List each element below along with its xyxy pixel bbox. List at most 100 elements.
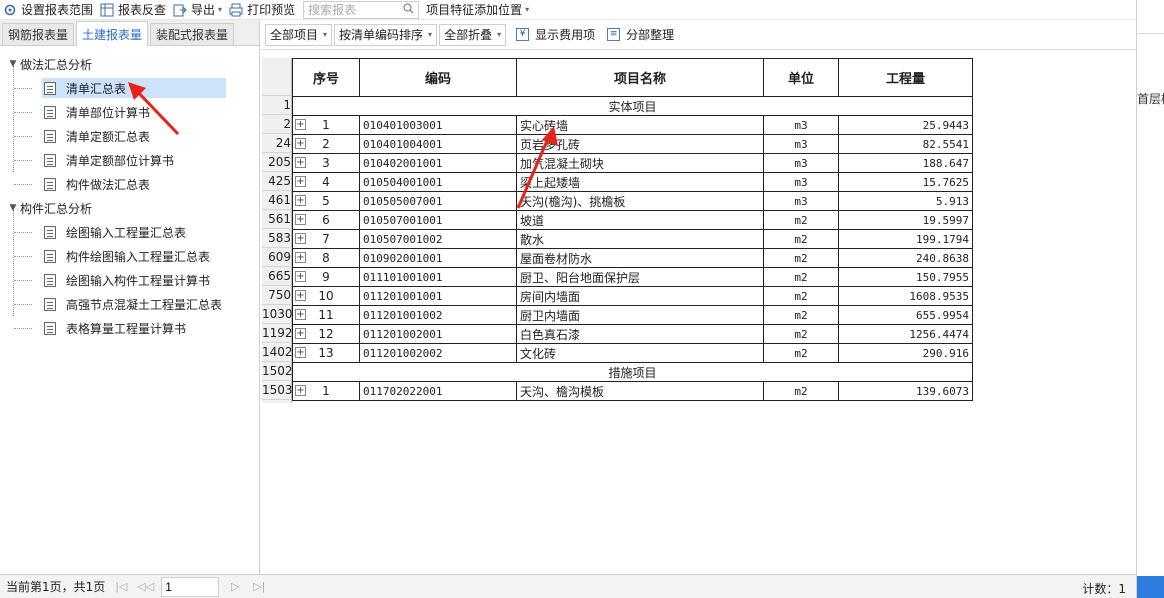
prev-page-icon[interactable]: ◁◁ bbox=[137, 579, 154, 595]
table-row[interactable]: +1 010401003001 实心砖墙 m3 25.9443 bbox=[292, 115, 973, 135]
table-row[interactable]: +3 010402001001 加气混凝土砌块 m3 188.647 bbox=[292, 153, 973, 173]
expand-plus-icon[interactable]: + bbox=[295, 157, 306, 168]
row-number[interactable]: 24 bbox=[262, 134, 292, 153]
row-number[interactable]: 609 bbox=[262, 248, 292, 267]
tree-item-high-strength-node[interactable]: 高强节点混凝土工程量汇总表 bbox=[0, 292, 259, 316]
row-number[interactable]: 461 bbox=[262, 191, 292, 210]
table-row[interactable]: +10 011201001001 房间内墙面 m2 1608.9535 bbox=[292, 286, 973, 306]
col-header-code[interactable]: 编码 bbox=[359, 58, 517, 97]
export-dropdown[interactable]: 导出 ▾ bbox=[170, 0, 226, 20]
print-preview-button[interactable]: 打印预览 bbox=[226, 0, 299, 20]
expand-plus-icon[interactable]: + bbox=[295, 138, 306, 149]
col-header-qty[interactable]: 工程量 bbox=[838, 58, 973, 97]
row-number[interactable]: 583 bbox=[262, 229, 292, 248]
table-row[interactable]: +11 011201001002 厨卫内墙面 m2 655.9954 bbox=[292, 305, 973, 325]
document-icon bbox=[44, 81, 56, 95]
chevron-down-icon: ▾ bbox=[525, 5, 530, 14]
row-number[interactable]: 1502 bbox=[262, 362, 293, 381]
table-row[interactable]: +8 010902001001 屋面卷材防水 m2 240.8638 bbox=[292, 248, 973, 268]
tree-item-bill-quota-summary[interactable]: 清单定额汇总表 bbox=[0, 124, 259, 148]
expand-plus-icon[interactable]: + bbox=[295, 290, 306, 301]
first-page-icon[interactable]: |◁ bbox=[113, 579, 129, 595]
row-number[interactable]: 750 bbox=[262, 286, 292, 305]
expand-triangle-icon[interactable]: ▼ bbox=[6, 59, 20, 69]
expand-plus-icon[interactable]: + bbox=[295, 176, 306, 187]
set-range-button[interactable]: 设置报表范围 bbox=[0, 0, 97, 20]
section-organize-button[interactable]: ≡ 分部整理 bbox=[603, 26, 678, 43]
cell-unit: m2 bbox=[763, 305, 839, 325]
table-row[interactable]: +2 010401004001 页岩多孔砖 m3 82.5541 bbox=[292, 134, 973, 154]
collapse-dropdown[interactable]: 全部折叠 ▾ bbox=[439, 23, 507, 46]
expand-plus-icon[interactable]: + bbox=[295, 328, 306, 339]
cell-no: 11 bbox=[318, 308, 334, 322]
expand-plus-icon[interactable]: + bbox=[295, 347, 306, 358]
tree-item-table-calc[interactable]: 表格算量工程量计算书 bbox=[0, 316, 259, 340]
group-title: 实体项目 bbox=[292, 96, 973, 116]
search-icon[interactable] bbox=[403, 2, 414, 17]
cell-unit: m2 bbox=[763, 324, 839, 344]
cell-name: 房间内墙面 bbox=[516, 286, 764, 306]
report-main-area: 全部项目 ▾ 按清单编码排序 ▾ 全部折叠 ▾ ¥ 显示费用项 ≡ 分部整理 1 2 24 20… bbox=[262, 20, 1136, 574]
last-page-icon[interactable]: ▷| bbox=[251, 579, 267, 595]
report-search-input[interactable]: 搜索报表 bbox=[303, 0, 420, 19]
table-row[interactable]: +13 011201002002 文化砖 m2 290.916 bbox=[292, 343, 973, 363]
expand-plus-icon[interactable]: + bbox=[295, 309, 306, 320]
tree-item-component-drawing-summary[interactable]: 构件绘图输入工程量汇总表 bbox=[0, 244, 259, 268]
table-row[interactable]: +5 010505007001 天沟(檐沟)、挑檐板 m3 5.913 bbox=[292, 191, 973, 211]
table-row[interactable]: +1 011702022001 天沟、檐沟模板 m2 139.6073 bbox=[292, 381, 973, 401]
row-number[interactable]: 2 bbox=[262, 115, 292, 134]
tree-item-component-method[interactable]: 构件做法汇总表 bbox=[0, 172, 259, 196]
tree-item-bill-quota-location[interactable]: 清单定额部位计算书 bbox=[0, 148, 259, 172]
next-page-icon[interactable]: ▷ bbox=[227, 579, 243, 595]
sort-dropdown[interactable]: 按清单编码排序 ▾ bbox=[334, 23, 438, 46]
row-number[interactable]: 1030 bbox=[262, 305, 293, 324]
expand-plus-icon[interactable]: + bbox=[295, 119, 306, 130]
cell-no: 1 bbox=[322, 384, 330, 398]
col-header-unit[interactable]: 单位 bbox=[763, 58, 839, 97]
cell-code: 010507001002 bbox=[359, 229, 517, 249]
cell-qty: 290.916 bbox=[838, 343, 973, 363]
table-row[interactable]: +9 011101001001 厨卫、阳台地面保护层 m2 150.7955 bbox=[292, 267, 973, 287]
row-number[interactable]: 205 bbox=[262, 153, 292, 172]
report-grid: 1 2 24 205 425 461 561 583 609 665 750 1030 1192 1402… bbox=[262, 58, 1136, 574]
expand-plus-icon[interactable]: + bbox=[295, 195, 306, 206]
feature-position-dropdown[interactable]: 项目特征添加位置 ▾ bbox=[423, 0, 533, 20]
tree-item-bill-summary[interactable]: 清单汇总表 bbox=[0, 76, 259, 100]
tree-group-method-summary[interactable]: ▼ 做法汇总分析 bbox=[0, 52, 259, 76]
cell-name: 屋面卷材防水 bbox=[516, 248, 764, 268]
row-number[interactable]: 425 bbox=[262, 172, 292, 191]
expand-plus-icon[interactable]: + bbox=[295, 385, 306, 396]
col-header-no[interactable]: 序号 bbox=[292, 58, 360, 97]
row-number[interactable]: 1402 bbox=[262, 343, 293, 362]
row-number[interactable]: 1192 bbox=[262, 324, 293, 343]
expand-plus-icon[interactable]: + bbox=[295, 214, 306, 225]
table-row[interactable]: +4 010504001001 梁上起矮墙 m3 15.7625 bbox=[292, 172, 973, 192]
tree-item-drawing-component-calc[interactable]: 绘图输入构件工程量计算书 bbox=[0, 268, 259, 292]
expand-plus-icon[interactable]: + bbox=[295, 233, 306, 244]
tree-item-drawing-summary[interactable]: 绘图输入工程量汇总表 bbox=[0, 220, 259, 244]
expand-plus-icon[interactable]: + bbox=[295, 252, 306, 263]
expand-plus-icon[interactable]: + bbox=[295, 271, 306, 282]
table-row[interactable]: +7 010507001002 散水 m2 199.1794 bbox=[292, 229, 973, 249]
cell-qty: 5.913 bbox=[838, 191, 973, 211]
show-cost-button[interactable]: ¥ 显示费用项 bbox=[512, 26, 599, 43]
row-number[interactable]: 1 bbox=[262, 96, 292, 115]
cell-unit: m3 bbox=[763, 115, 839, 135]
tree-group-component-summary[interactable]: ▼ 构件汇总分析 bbox=[0, 196, 259, 220]
table-header-row: 序号 编码 项目名称 单位 工程量 bbox=[292, 58, 973, 97]
table-row[interactable]: +12 011201002001 白色真石漆 m2 1256.4474 bbox=[292, 324, 973, 344]
document-icon bbox=[44, 321, 56, 335]
row-number[interactable]: 561 bbox=[262, 210, 292, 229]
row-number[interactable]: 665 bbox=[262, 267, 292, 286]
row-number[interactable]: 1503 bbox=[262, 381, 293, 400]
tab-civil-report[interactable]: 土建报表量 bbox=[76, 21, 149, 46]
tree-item-bill-location[interactable]: 清单部位计算书 bbox=[0, 100, 259, 124]
tab-prefab-report[interactable]: 装配式报表量 bbox=[150, 23, 235, 45]
col-header-name[interactable]: 项目名称 bbox=[516, 58, 764, 97]
all-items-dropdown[interactable]: 全部项目 ▾ bbox=[265, 23, 333, 46]
tab-rebar-report[interactable]: 钢筋报表量 bbox=[2, 23, 75, 45]
table-row[interactable]: +6 010507001001 坡道 m2 19.5997 bbox=[292, 210, 973, 230]
expand-triangle-icon[interactable]: ▼ bbox=[6, 203, 20, 213]
page-number-input[interactable] bbox=[161, 576, 220, 597]
report-review-button[interactable]: 报表反查 bbox=[97, 0, 170, 20]
